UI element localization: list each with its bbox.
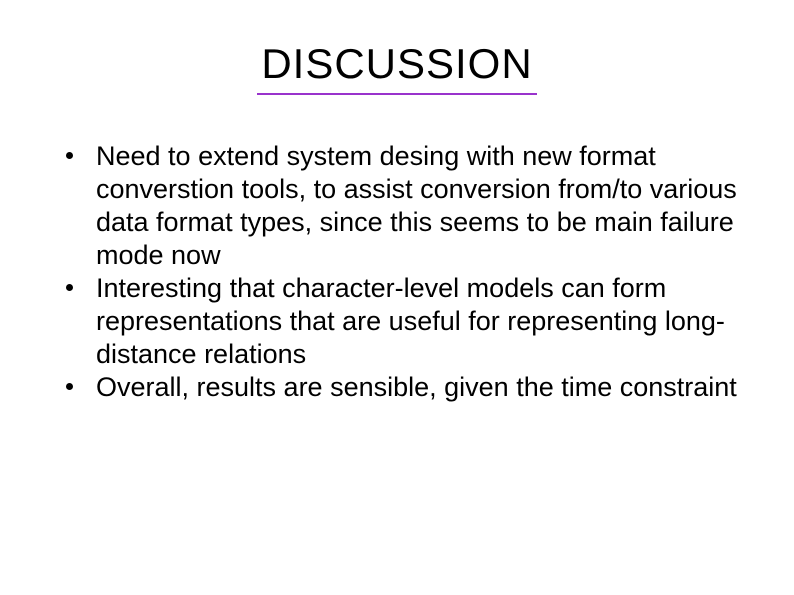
list-item: Need to extend system desing with new fo… bbox=[48, 140, 764, 272]
slide-title: DISCUSSION bbox=[0, 40, 794, 88]
list-item: Interesting that character-level models … bbox=[48, 272, 764, 371]
list-item: Overall, results are sensible, given the… bbox=[48, 371, 764, 404]
bullet-list: Need to extend system desing with new fo… bbox=[48, 140, 764, 404]
slide-body: Need to extend system desing with new fo… bbox=[48, 140, 764, 404]
title-underline bbox=[257, 93, 537, 95]
slide: DISCUSSION Need to extend system desing … bbox=[0, 0, 794, 595]
